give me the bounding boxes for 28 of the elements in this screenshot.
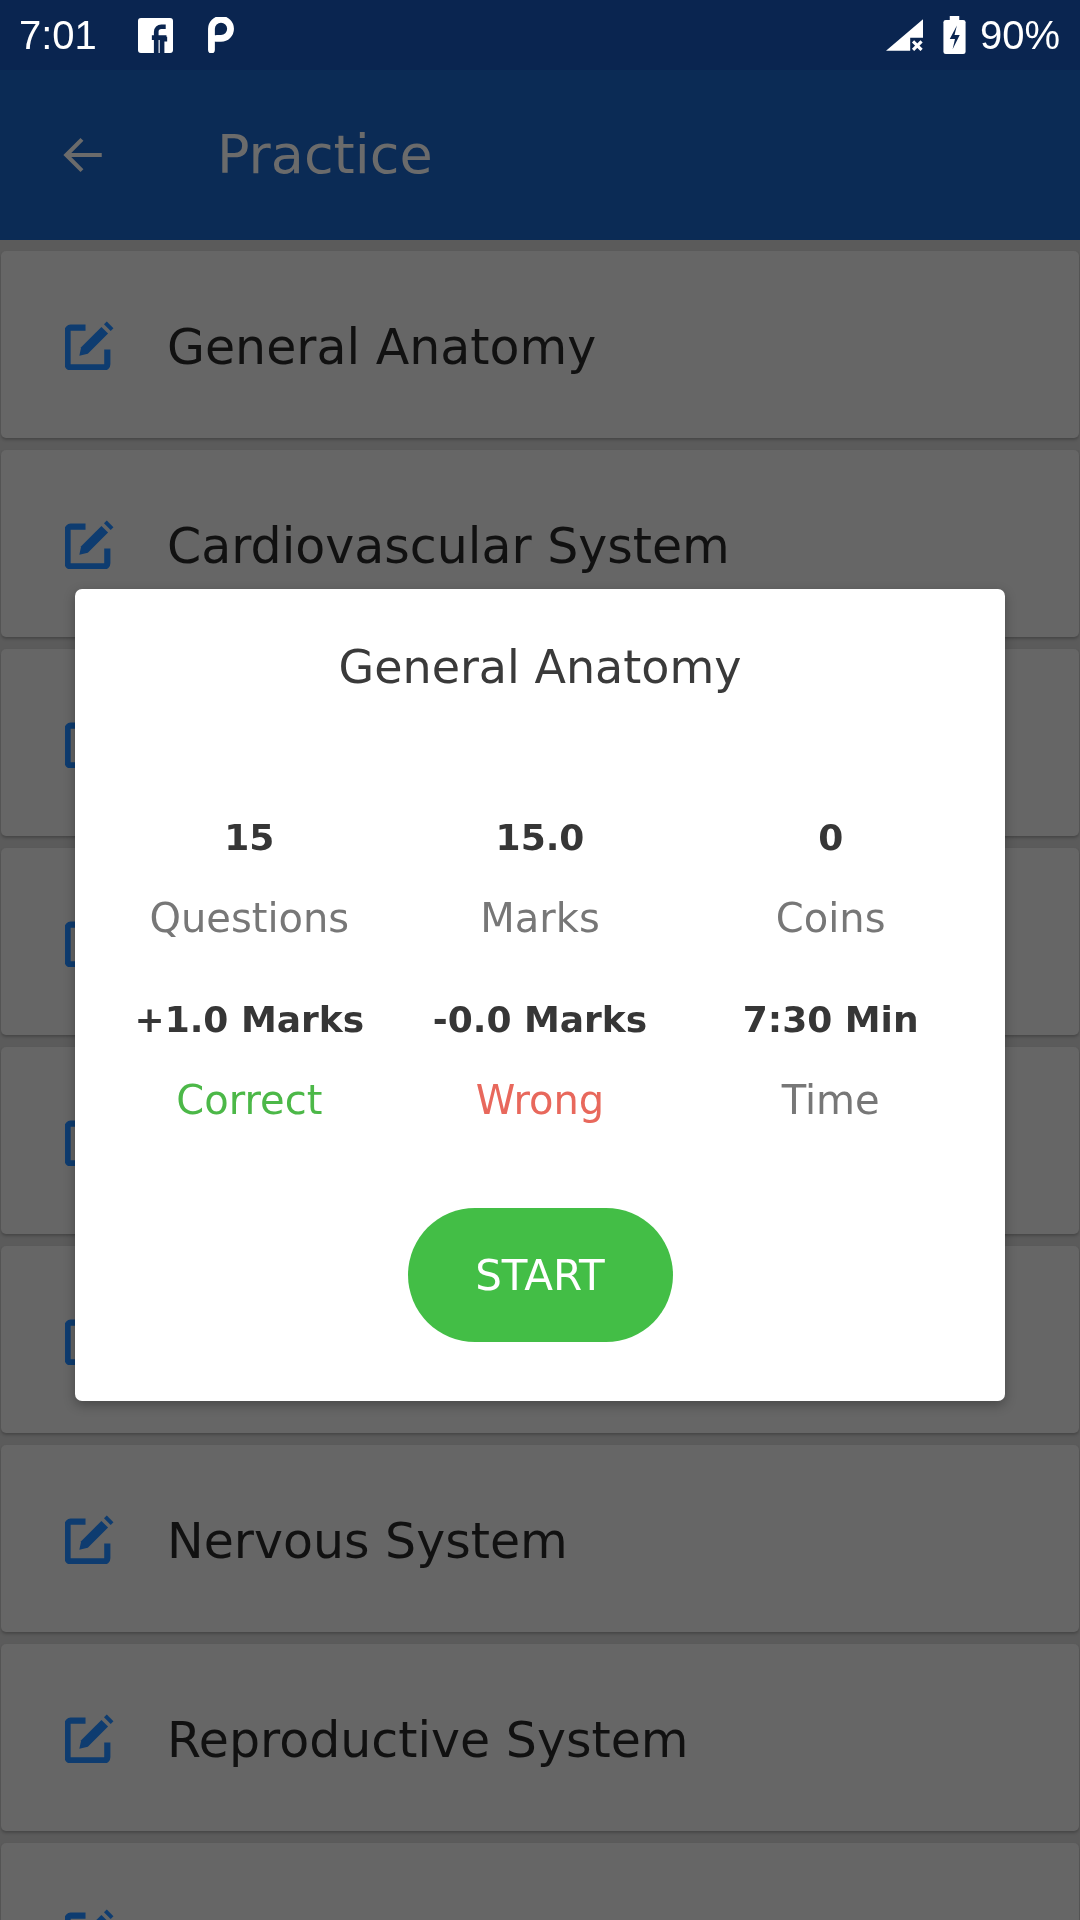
stat-value: +1.0 Marks	[134, 998, 365, 1042]
edit-icon	[65, 319, 115, 370]
stat-label: Questions	[149, 894, 350, 943]
battery-charging-icon	[942, 16, 966, 54]
no-signal-icon	[885, 19, 923, 51]
battery-level: 90%	[979, 12, 1060, 58]
stat-value: 0	[818, 816, 844, 860]
app-notification-icon	[205, 17, 236, 53]
screen-title: Practice	[217, 123, 433, 187]
stat-label: Time	[781, 1076, 880, 1125]
start-button[interactable]: START	[407, 1208, 673, 1342]
status-time: 7:01	[19, 12, 97, 58]
stat-value: 15.0	[495, 816, 585, 860]
topic-item[interactable]: Reproductive System	[1, 1644, 1079, 1831]
stat-label: Correct	[176, 1076, 323, 1125]
stat-label: Marks	[480, 894, 600, 943]
topic-item[interactable]: General Anatomy	[1, 251, 1079, 438]
app-notification-icon	[137, 17, 173, 53]
stat-value: 15	[224, 816, 275, 860]
topic-item[interactable]: Nervous System	[1, 1445, 1079, 1632]
edit-icon	[65, 1712, 115, 1763]
edit-icon	[65, 1513, 115, 1564]
stat-value: -0.0 Marks	[432, 998, 648, 1042]
stat-label: Coins	[775, 894, 886, 943]
stat-value: 7:30 Min	[742, 998, 919, 1042]
dialog-title: General Anatomy	[338, 639, 742, 696]
stat-label: Wrong	[475, 1076, 605, 1125]
edit-icon	[65, 518, 115, 569]
